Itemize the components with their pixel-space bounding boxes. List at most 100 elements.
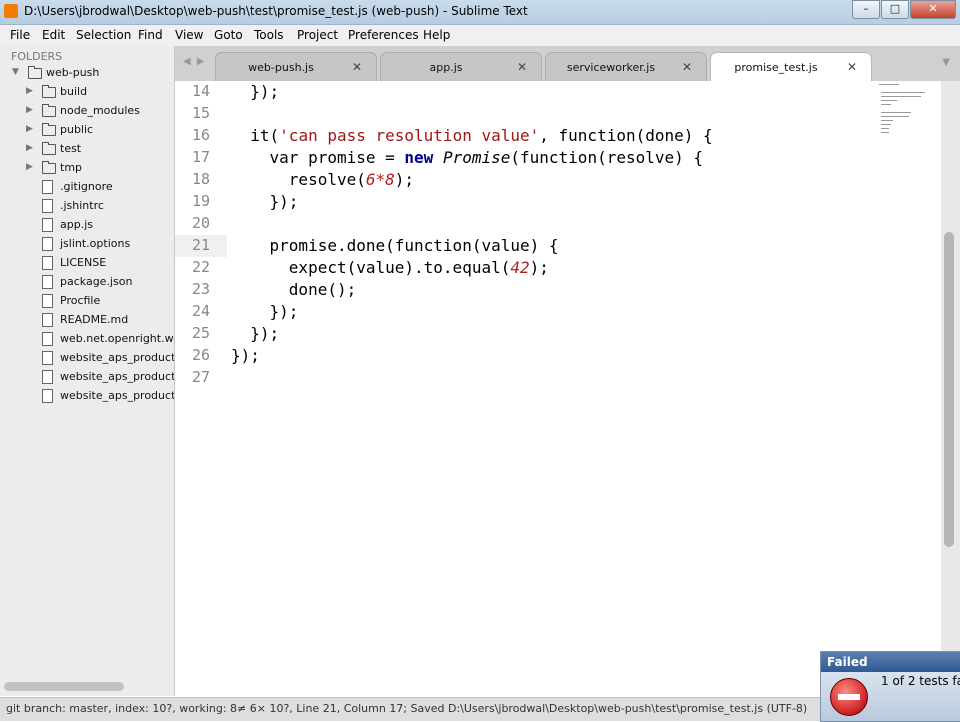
tab-close-icon[interactable]: ✕	[352, 60, 362, 74]
tree-item-label: .gitignore	[60, 180, 113, 193]
tree-file[interactable]: website_aps_production	[0, 349, 174, 368]
menu-preferences[interactable]: Preferences	[348, 28, 419, 42]
code-line[interactable]: });	[231, 82, 279, 101]
tree-folder[interactable]: ▶ test	[0, 140, 174, 159]
menu-goto[interactable]: Goto	[214, 28, 243, 42]
minimap-line	[881, 92, 925, 93]
code-line[interactable]: resolve(6*8);	[231, 170, 414, 189]
menu-help[interactable]: Help	[423, 28, 450, 42]
file-icon	[42, 180, 53, 194]
tree-file[interactable]: Procfile	[0, 292, 174, 311]
menu-file[interactable]: File	[10, 28, 30, 42]
tab-overflow-icon[interactable]: ▼	[942, 57, 950, 68]
menu-edit[interactable]: Edit	[42, 28, 65, 42]
tree-file[interactable]: web.net.openright.web	[0, 330, 174, 349]
sidebar-scrollbar[interactable]	[4, 682, 124, 691]
line-number: 21	[191, 236, 210, 254]
code-editor[interactable]: 14 15 16 17 18 19 20 21 22 23 24 25 26 27 }); it('can…	[175, 81, 941, 696]
tree-file[interactable]: .gitignore	[0, 178, 174, 197]
test-result-notification[interactable]: Failed 1 of 2 tests failed	[820, 651, 960, 722]
tree-folder[interactable]: ▶ tmp	[0, 159, 174, 178]
code-line[interactable]: });	[231, 346, 260, 365]
tree-file[interactable]: package.json	[0, 273, 174, 292]
tab-label: promise_test.js	[734, 61, 818, 74]
tree-file[interactable]: jslint.options	[0, 235, 174, 254]
menu-tools[interactable]: Tools	[254, 28, 284, 42]
file-icon	[42, 256, 53, 270]
tree-file[interactable]: website_aps_production	[0, 368, 174, 387]
minimap-line	[881, 112, 911, 113]
code-line[interactable]: });	[231, 302, 299, 321]
line-number: 22	[191, 258, 210, 276]
collapse-arrow-icon[interactable]: ▶	[26, 105, 33, 115]
menu-project[interactable]: Project	[297, 28, 338, 42]
tree-folder[interactable]: ▶ build	[0, 83, 174, 102]
tree-file[interactable]: LICENSE	[0, 254, 174, 273]
tree-item-label: .jshintrc	[60, 199, 104, 212]
tree-file[interactable]: .jshintrc	[0, 197, 174, 216]
code-line[interactable]: promise.done(function(value) {	[231, 236, 559, 255]
minimap-line	[881, 128, 889, 129]
tree-item-label: node_modules	[60, 104, 140, 117]
tab-web-push-js[interactable]: web-push.js ✕	[215, 52, 377, 82]
collapse-arrow-icon[interactable]: ▶	[26, 124, 33, 134]
code-line[interactable]: });	[231, 324, 279, 343]
minimap-line	[881, 96, 921, 97]
menu-view[interactable]: View	[175, 28, 203, 42]
tab-close-icon[interactable]: ✕	[517, 60, 527, 74]
line-number: 26	[191, 346, 210, 364]
title-bar: D:\Users\jbrodwal\Desktop\web-push\test\…	[0, 0, 960, 25]
notification-message: 1 of 2 tests failed	[881, 674, 960, 688]
menu-selection[interactable]: Selection	[76, 28, 131, 42]
tree-folder-root[interactable]: ▼ web-push	[0, 64, 174, 83]
file-icon	[42, 294, 53, 308]
tab-bar: ◀▶ ▼ web-push.js ✕ app.js ✕ serviceworker.js…	[175, 46, 960, 82]
notification-header: Failed	[821, 652, 960, 672]
tree-item-label: package.json	[60, 275, 133, 288]
editor-scrollbar-thumb[interactable]	[944, 232, 954, 547]
file-icon	[42, 389, 53, 403]
line-number: 20	[191, 214, 210, 232]
minimap-line	[881, 104, 891, 105]
maximize-button[interactable]: □	[881, 0, 909, 19]
code-line[interactable]: done();	[231, 280, 356, 299]
collapse-arrow-icon[interactable]: ▶	[26, 86, 33, 96]
tab-nav-arrows-icon[interactable]: ◀▶	[183, 56, 210, 67]
file-icon	[42, 332, 53, 346]
menu-find[interactable]: Find	[138, 28, 163, 42]
expand-arrow-icon[interactable]: ▼	[12, 67, 19, 77]
tree-folder[interactable]: ▶ node_modules	[0, 102, 174, 121]
tree-file[interactable]: website_aps_production	[0, 387, 174, 406]
line-number: 19	[191, 192, 210, 210]
folders-header: FOLDERS	[11, 50, 63, 63]
code-line[interactable]: var promise = new Promise(function(resol…	[231, 148, 704, 167]
tree-file[interactable]: README.md	[0, 311, 174, 330]
tab-app-js[interactable]: app.js ✕	[380, 52, 542, 82]
minimap[interactable]	[875, 81, 935, 141]
folder-icon	[42, 161, 56, 174]
line-number: 18	[191, 170, 210, 188]
tree-item-label: LICENSE	[60, 256, 107, 269]
code-line[interactable]: expect(value).to.equal(42);	[231, 258, 549, 277]
line-number: 23	[191, 280, 210, 298]
tab-close-icon[interactable]: ✕	[847, 60, 857, 74]
folder-icon	[28, 66, 42, 79]
minimize-button[interactable]: –	[852, 0, 880, 19]
tree-item-label: README.md	[60, 313, 129, 326]
tab-promise_test-js[interactable]: promise_test.js ✕	[710, 52, 872, 82]
collapse-arrow-icon[interactable]: ▶	[26, 162, 33, 172]
tree-file[interactable]: app.js	[0, 216, 174, 235]
tree-folder[interactable]: ▶ public	[0, 121, 174, 140]
tab-close-icon[interactable]: ✕	[682, 60, 692, 74]
code-line[interactable]: it('can pass resolution value', function…	[231, 126, 712, 145]
file-icon	[42, 313, 53, 327]
status-text: git branch: master, index: 10?, working:…	[6, 702, 808, 715]
collapse-arrow-icon[interactable]: ▶	[26, 143, 33, 153]
code-line[interactable]: });	[231, 192, 299, 211]
close-button[interactable]: ✕	[910, 0, 956, 19]
file-icon	[42, 370, 53, 384]
tree-item-label: website_aps_production	[60, 351, 175, 364]
tab-serviceworker-js[interactable]: serviceworker.js ✕	[545, 52, 707, 82]
line-number-gutter: 14 15 16 17 18 19 20 21 22 23 24 25 26 27	[175, 81, 227, 696]
minimap-line	[881, 124, 891, 125]
